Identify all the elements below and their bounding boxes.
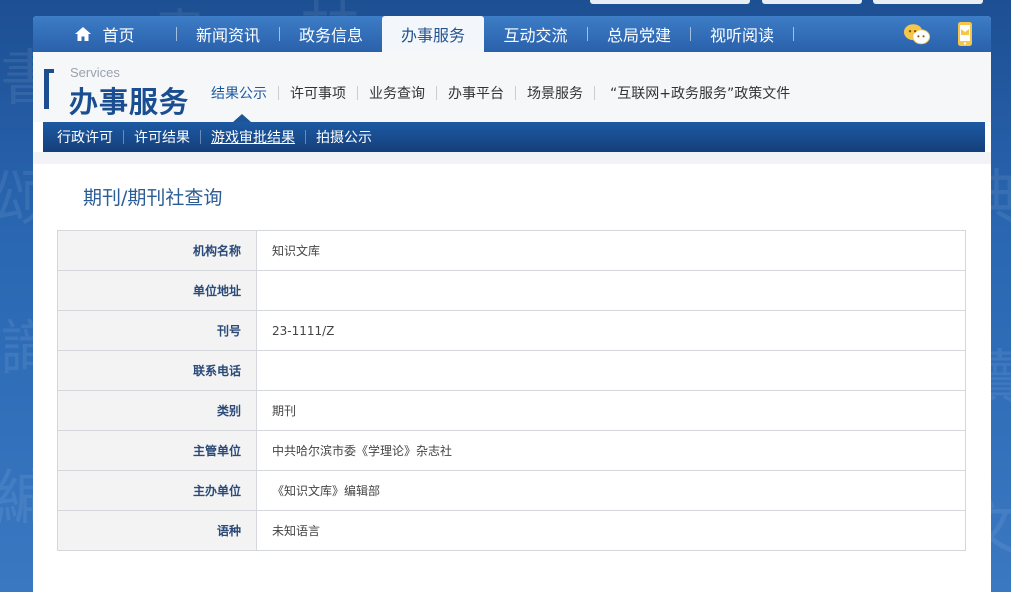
home-icon xyxy=(75,27,92,41)
page-title: 期刊/期刊社查询 xyxy=(83,187,223,209)
nav-label: 互动交流 xyxy=(503,26,568,45)
nav-label: 总局党建 xyxy=(606,26,671,45)
subnav-item-scene-services[interactable]: 场景服务 xyxy=(519,83,591,103)
subnav-separator xyxy=(357,86,358,100)
row-value: 未知语言 xyxy=(256,510,966,551)
subnav-separator xyxy=(515,86,516,100)
nav-item-interaction[interactable]: 互动交流 xyxy=(484,16,587,52)
subnav-item-business-query[interactable]: 业务查询 xyxy=(361,83,433,103)
subnav-separator xyxy=(278,86,279,100)
subnav-separator xyxy=(436,86,437,100)
table-row: 主管单位 中共哈尔滨市委《学理论》杂志社 xyxy=(57,430,966,471)
tab-game-approval[interactable]: 游戏审批结果 xyxy=(201,127,305,147)
nav-icons xyxy=(903,21,979,47)
row-label: 刊号 xyxy=(57,310,257,351)
row-value xyxy=(256,350,966,391)
table-row: 类别 期刊 xyxy=(57,390,966,431)
row-label: 语种 xyxy=(57,510,257,551)
main-frame: 首页 新闻资讯 政务信息 办事服务 互动交流 总局党建 视听阅读 Service… xyxy=(33,16,991,592)
tab-admin-license[interactable]: 行政许可 xyxy=(47,127,123,147)
table-row: 联系电话 xyxy=(57,350,966,391)
tab-bar: 行政许可 许可结果 游戏审批结果 拍摄公示 xyxy=(43,122,985,152)
row-label: 联系电话 xyxy=(57,350,257,391)
nav-item-gov-info[interactable]: 政务信息 xyxy=(280,16,382,52)
section-bracket-decoration xyxy=(44,69,54,109)
row-label: 主管单位 xyxy=(57,430,257,471)
tab-license-results[interactable]: 许可结果 xyxy=(124,127,200,147)
nav-item-services[interactable]: 办事服务 xyxy=(382,16,484,52)
nav-label: 办事服务 xyxy=(400,26,465,45)
active-subnav-caret xyxy=(233,114,251,122)
row-label: 机构名称 xyxy=(57,230,257,271)
table-row: 语种 未知语言 xyxy=(57,510,966,551)
row-value: 《知识文库》编辑部 xyxy=(256,470,966,511)
nav-item-home[interactable]: 首页 xyxy=(33,16,176,52)
nav-separator xyxy=(793,27,794,41)
subnav-item-results[interactable]: 结果公示 xyxy=(203,83,275,103)
row-label: 主办单位 xyxy=(57,470,257,511)
nav-label: 视听阅读 xyxy=(709,26,774,45)
subnav-separator xyxy=(594,86,595,100)
nav-item-news[interactable]: 新闻资讯 xyxy=(177,16,279,52)
top-nav: 首页 新闻资讯 政务信息 办事服务 互动交流 总局党建 视听阅读 xyxy=(33,16,991,52)
top-strip-3 xyxy=(873,0,983,4)
row-label: 类别 xyxy=(57,390,257,431)
subnav-item-platform[interactable]: 办事平台 xyxy=(440,83,512,103)
table-row: 刊号 23-1111/Z xyxy=(57,310,966,351)
section-title-en: Services xyxy=(70,65,120,80)
table-row: 单位地址 xyxy=(57,270,966,311)
sub-nav: 结果公示 许可事项 业务查询 办事平台 场景服务 “互联网+政务服务”政策文件 xyxy=(203,83,798,103)
nav-label: 首页 xyxy=(102,26,135,45)
row-value xyxy=(256,270,966,311)
info-table: 机构名称 知识文库 单位地址 刊号 23-1111/Z 联系电话 类别 期刊 主… xyxy=(57,230,966,551)
table-row: 机构名称 知识文库 xyxy=(57,230,966,271)
row-value: 中共哈尔滨市委《学理论》杂志社 xyxy=(256,430,966,471)
top-strip-2 xyxy=(762,0,862,4)
section-title-cn: 办事服务 xyxy=(69,85,190,119)
tab-filming-notice[interactable]: 拍摄公示 xyxy=(306,127,382,147)
row-value: 23-1111/Z xyxy=(256,310,966,351)
nav-item-av-reading[interactable]: 视听阅读 xyxy=(691,16,793,52)
row-value: 知识文库 xyxy=(256,230,966,271)
content-top-band xyxy=(33,152,991,164)
wechat-icon[interactable] xyxy=(903,21,931,47)
row-label: 单位地址 xyxy=(57,270,257,311)
nav-label: 政务信息 xyxy=(298,26,363,45)
nav-label: 新闻资讯 xyxy=(195,26,260,45)
subnav-item-licenses[interactable]: 许可事项 xyxy=(282,83,354,103)
table-row: 主办单位 《知识文库》编辑部 xyxy=(57,470,966,511)
section-header: Services 办事服务 结果公示 许可事项 业务查询 办事平台 场景服务 “… xyxy=(33,52,991,122)
row-value: 期刊 xyxy=(256,390,966,431)
subnav-item-policy-docs[interactable]: “互联网+政务服务”政策文件 xyxy=(598,83,798,103)
nav-item-party[interactable]: 总局党建 xyxy=(588,16,690,52)
top-search-strip xyxy=(590,0,750,4)
mobile-icon[interactable] xyxy=(951,21,979,47)
